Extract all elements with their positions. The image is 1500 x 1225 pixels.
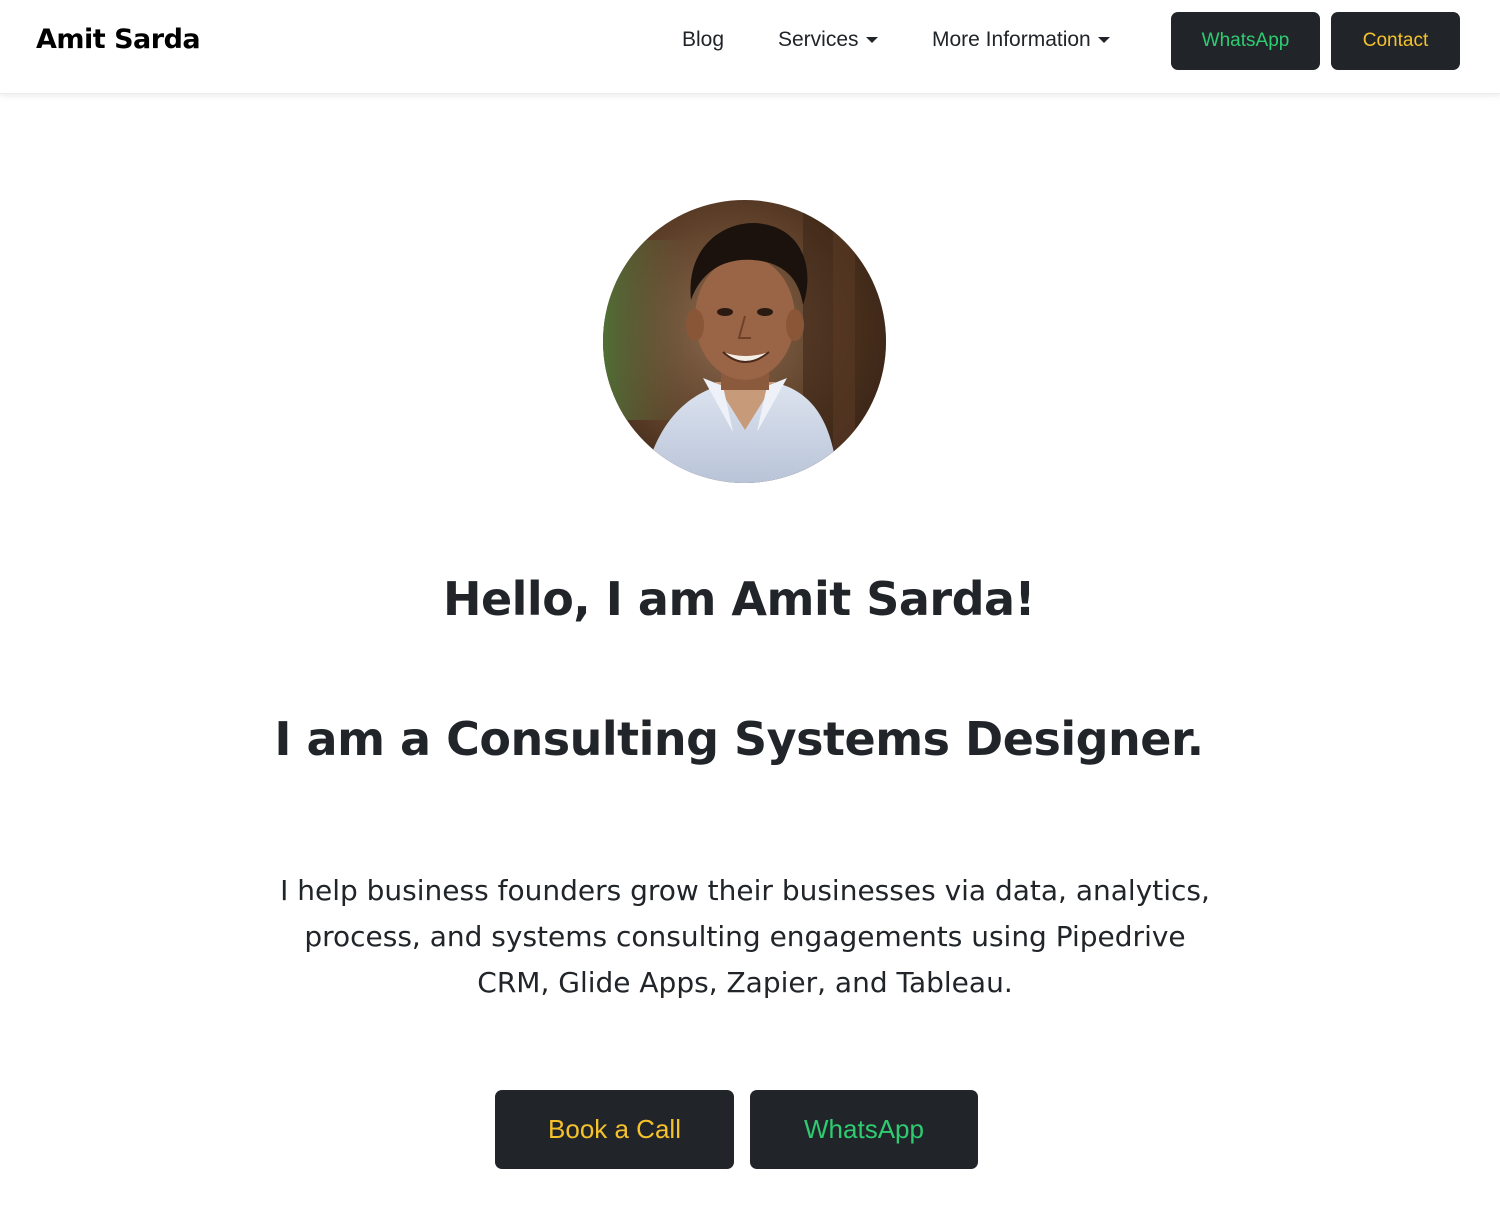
nav-dropdown-services-label: Services	[778, 28, 859, 51]
intro-description: I help business founders grow their busi…	[280, 874, 1210, 999]
nav-dropdown-more-information[interactable]: More Information	[932, 28, 1110, 52]
book-call-button[interactable]: Book a Call	[495, 1090, 734, 1169]
top-navbar: Amit Sarda Blog Services More Informatio…	[0, 0, 1500, 94]
nav-whatsapp-button[interactable]: WhatsApp	[1171, 12, 1320, 70]
nav-dropdown-more-information-label: More Information	[932, 28, 1091, 51]
role-heading: I am a Consulting Systems Designer.	[274, 712, 1204, 766]
profile-photo-illustration	[603, 200, 886, 483]
nav-link-blog-label: Blog	[682, 28, 725, 51]
whatsapp-cta-button-label: WhatsApp	[804, 1114, 924, 1144]
greeting-heading: Hello, I am Amit Sarda!	[442, 572, 1036, 626]
book-call-button-label: Book a Call	[548, 1114, 681, 1144]
nav-whatsapp-button-label: WhatsApp	[1201, 30, 1290, 51]
brand-logo[interactable]: Amit Sarda	[36, 24, 201, 55]
profile-photo	[603, 200, 886, 483]
nav-dropdown-services[interactable]: Services	[778, 28, 878, 52]
nav-link-blog[interactable]: Blog	[682, 28, 724, 52]
nav-contact-button-label: Contact	[1362, 30, 1429, 51]
caret-down-icon	[1097, 37, 1110, 43]
nav-contact-button[interactable]: Contact	[1331, 12, 1460, 70]
caret-down-icon	[865, 37, 878, 43]
whatsapp-cta-button[interactable]: WhatsApp	[750, 1090, 978, 1169]
